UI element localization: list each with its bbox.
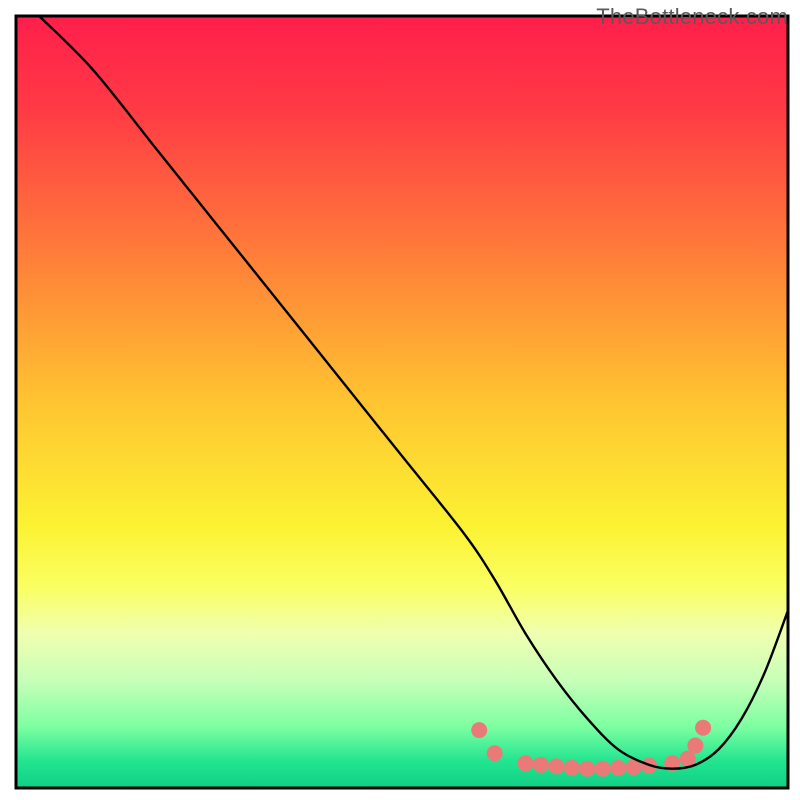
chart-svg — [0, 0, 800, 800]
optimal-marker — [548, 758, 564, 774]
bottleneck-chart: TheBottleneck.com — [0, 0, 800, 800]
optimal-marker — [579, 761, 595, 777]
optimal-marker — [610, 760, 626, 776]
optimal-marker — [518, 755, 534, 771]
optimal-marker — [533, 757, 549, 773]
optimal-marker — [471, 722, 487, 738]
optimal-marker — [595, 761, 611, 777]
watermark-text: TheBottleneck.com — [596, 4, 788, 30]
optimal-marker — [695, 720, 711, 736]
optimal-marker — [487, 745, 503, 761]
optimal-marker — [564, 760, 580, 776]
chart-background — [16, 16, 788, 788]
optimal-marker — [687, 738, 703, 754]
